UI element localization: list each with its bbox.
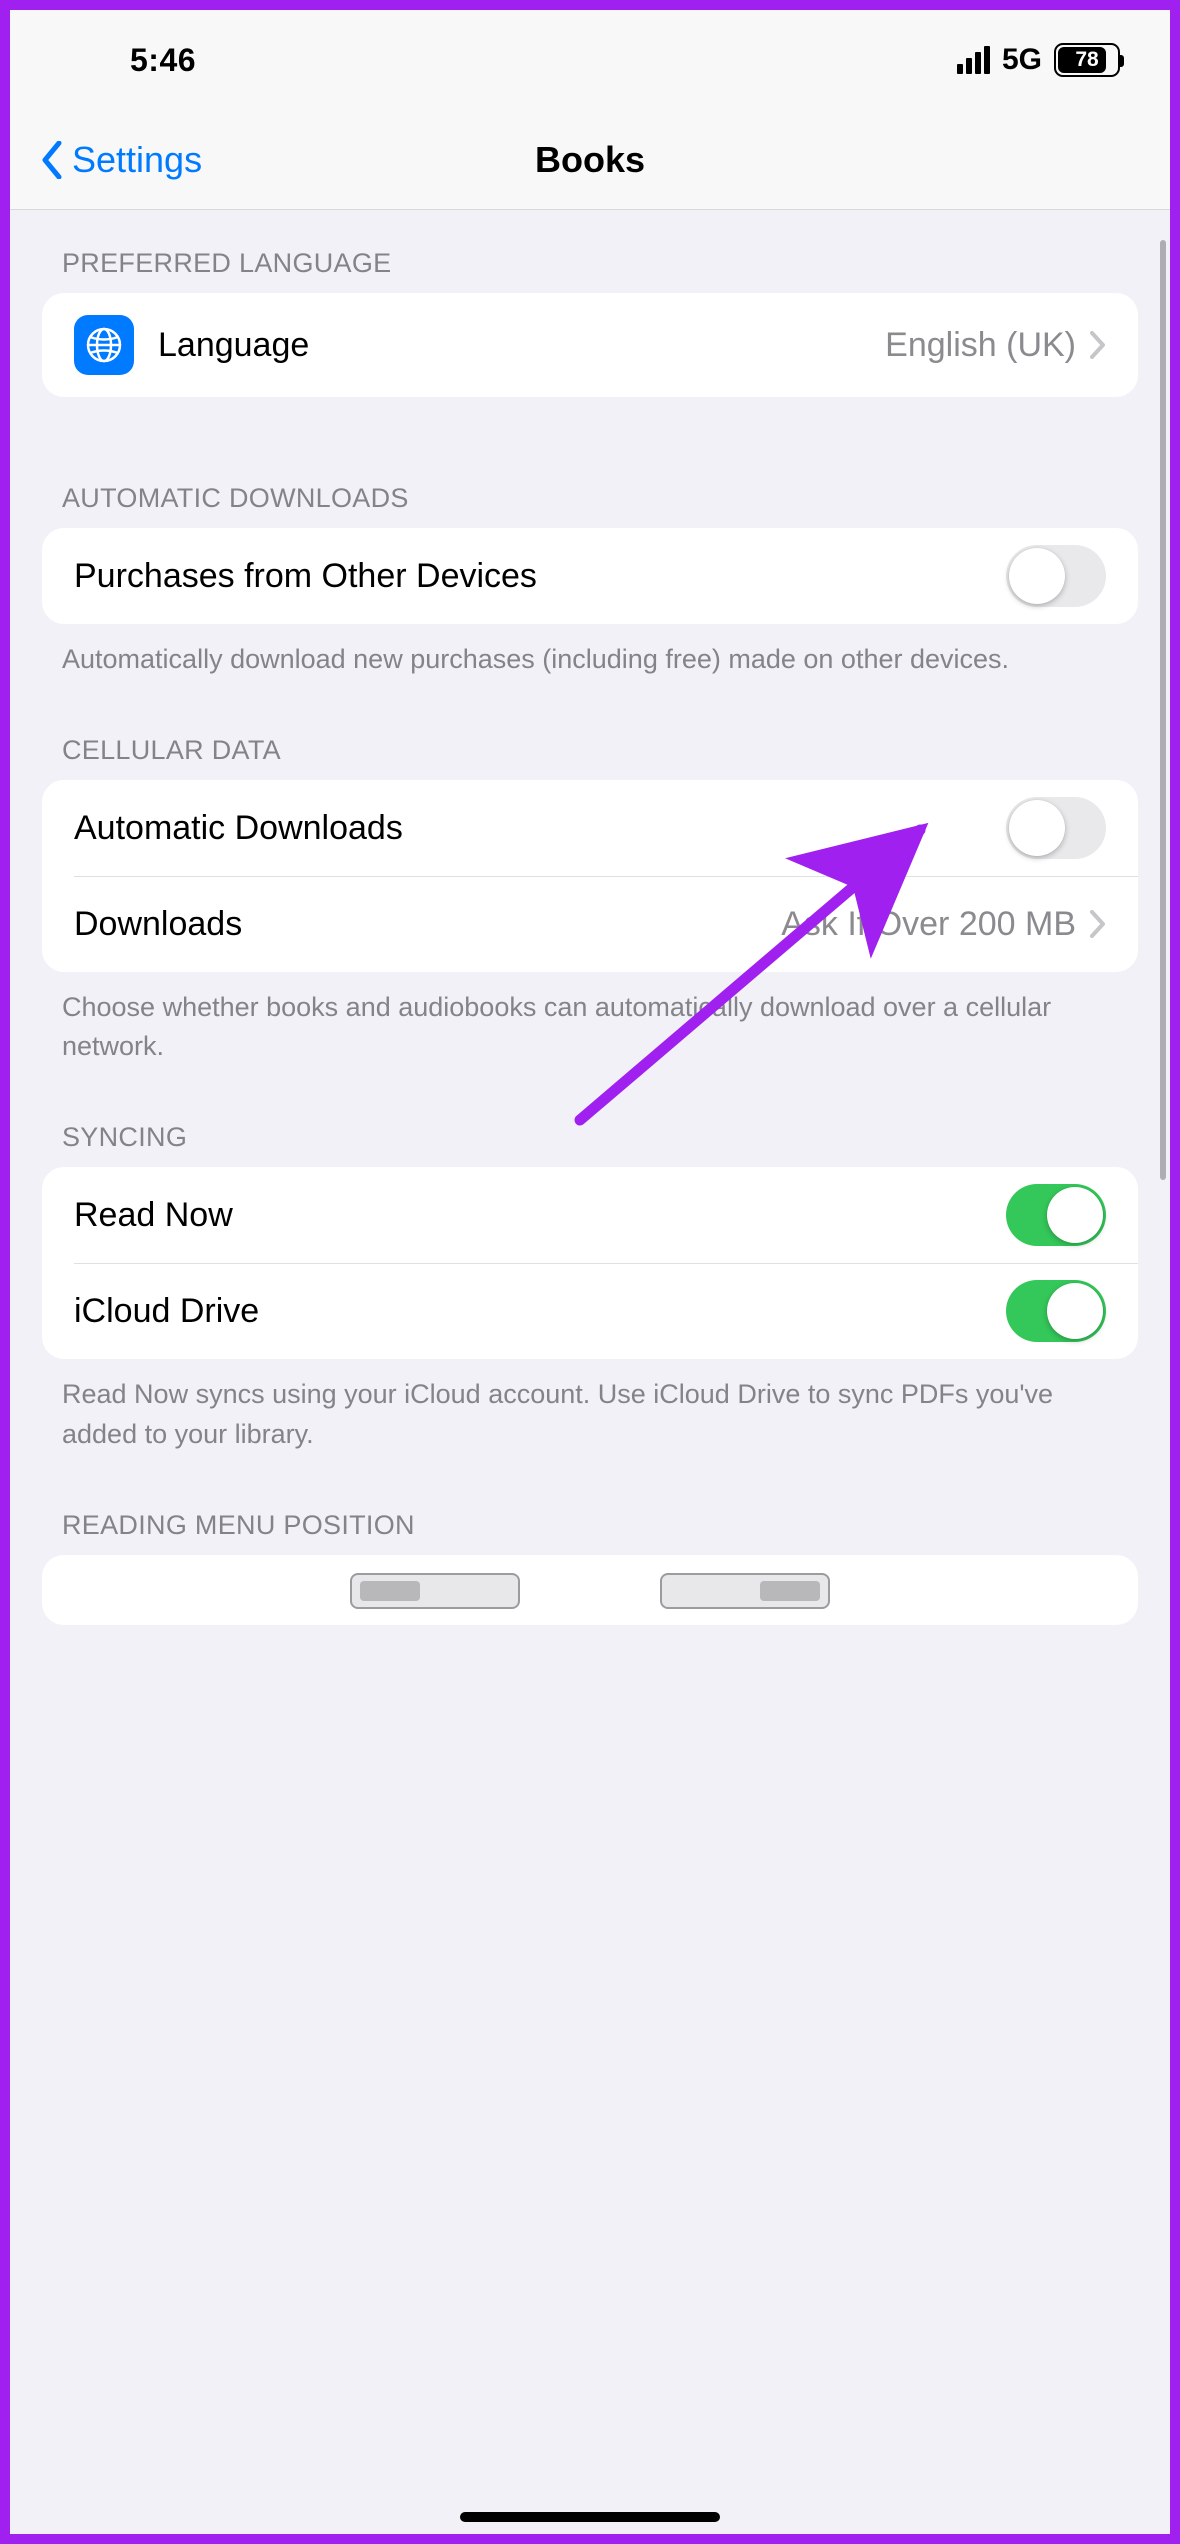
segment-option-left[interactable]	[350, 1573, 520, 1609]
chevron-right-icon	[1090, 331, 1106, 359]
section-header-cellular-data: CELLULAR DATA	[10, 679, 1170, 780]
section-header-syncing: SYNCING	[10, 1066, 1170, 1167]
row-icloud-drive: iCloud Drive	[42, 1263, 1138, 1359]
screen: 5:46 5G 78 Settings Books PREFERRED LANG…	[10, 10, 1170, 2534]
cellular-signal-icon	[957, 46, 990, 74]
network-label: 5G	[1002, 43, 1042, 77]
footer-automatic-downloads: Automatically download new purchases (in…	[10, 624, 1170, 679]
toggle-cellular-auto-downloads[interactable]	[1006, 797, 1106, 859]
section-header-automatic-downloads: AUTOMATIC DOWNLOADS	[10, 397, 1170, 528]
row-read-now: Read Now	[42, 1167, 1138, 1263]
section-header-reading-menu: READING MENU POSITION	[10, 1454, 1170, 1555]
segment-option-right[interactable]	[660, 1573, 830, 1609]
content: PREFERRED LANGUAGE Language English (UK)	[10, 210, 1170, 1625]
section-header-preferred-language: PREFERRED LANGUAGE	[10, 210, 1170, 293]
battery-percent: 78	[1075, 48, 1098, 72]
cellular-auto-label: Automatic Downloads	[74, 809, 403, 848]
back-label: Settings	[72, 139, 202, 181]
globe-icon	[74, 315, 134, 375]
footer-cellular-data: Choose whether books and audiobooks can …	[10, 972, 1170, 1066]
row-purchases-other-devices: Purchases from Other Devices	[42, 528, 1138, 624]
group-syncing: Read Now iCloud Drive	[42, 1167, 1138, 1359]
row-cellular-auto-downloads: Automatic Downloads	[42, 780, 1138, 876]
status-right: 5G 78	[957, 43, 1120, 77]
toggle-read-now[interactable]	[1006, 1184, 1106, 1246]
read-now-label: Read Now	[74, 1196, 233, 1235]
footer-syncing: Read Now syncs using your iCloud account…	[10, 1359, 1170, 1453]
toggle-icloud-drive[interactable]	[1006, 1280, 1106, 1342]
group-cellular-data: Automatic Downloads Downloads Ask If Ove…	[42, 780, 1138, 972]
toggle-purchases-other-devices[interactable]	[1006, 545, 1106, 607]
purchases-label: Purchases from Other Devices	[74, 557, 537, 596]
status-bar: 5:46 5G 78	[10, 10, 1170, 110]
language-value: English (UK)	[885, 326, 1076, 365]
language-label: Language	[158, 326, 309, 365]
scroll-indicator[interactable]	[1160, 240, 1166, 1180]
row-language[interactable]: Language English (UK)	[42, 293, 1138, 397]
row-cellular-downloads[interactable]: Downloads Ask If Over 200 MB	[42, 876, 1138, 972]
group-preferred-language: Language English (UK)	[42, 293, 1138, 397]
reading-menu-preview[interactable]	[42, 1555, 1138, 1609]
nav-bar: Settings Books	[10, 110, 1170, 210]
cellular-downloads-label: Downloads	[74, 905, 242, 944]
group-reading-menu	[42, 1555, 1138, 1625]
status-time: 5:46	[130, 42, 196, 79]
page-title: Books	[535, 139, 645, 181]
cellular-downloads-value: Ask If Over 200 MB	[781, 905, 1076, 944]
chevron-left-icon	[40, 140, 64, 180]
chevron-right-icon	[1090, 910, 1106, 938]
icloud-drive-label: iCloud Drive	[74, 1292, 259, 1331]
back-button[interactable]: Settings	[10, 139, 202, 181]
group-automatic-downloads: Purchases from Other Devices	[42, 528, 1138, 624]
home-indicator[interactable]	[460, 2512, 720, 2522]
battery-icon: 78	[1054, 43, 1120, 77]
